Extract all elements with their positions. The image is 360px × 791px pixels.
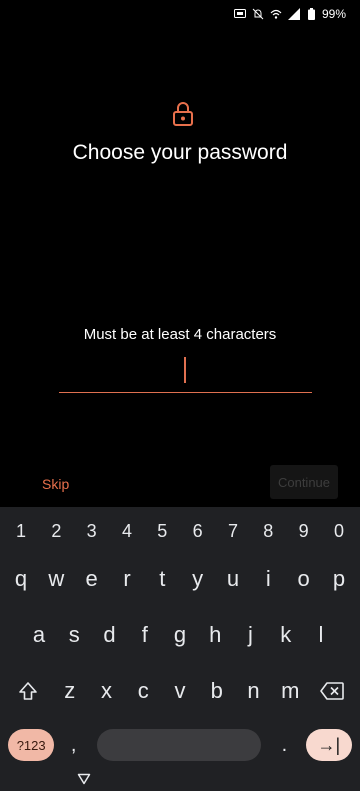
key-m[interactable]: m bbox=[273, 678, 307, 704]
key-2[interactable]: 2 bbox=[39, 521, 73, 542]
signal-icon bbox=[287, 8, 300, 20]
key-r[interactable]: r bbox=[110, 566, 144, 592]
key-q[interactable]: q bbox=[4, 566, 38, 592]
screen-cast-icon bbox=[233, 8, 246, 20]
key-v[interactable]: v bbox=[163, 678, 197, 704]
key-w[interactable]: w bbox=[39, 566, 73, 592]
enter-key[interactable]: →| bbox=[305, 729, 352, 761]
keyboard-row-3: z x c v b n m bbox=[0, 667, 360, 715]
skip-button[interactable]: Skip bbox=[30, 470, 81, 498]
key-i[interactable]: i bbox=[251, 566, 285, 592]
key-c[interactable]: c bbox=[126, 678, 160, 704]
password-input[interactable] bbox=[59, 349, 312, 393]
battery-percentage: 99% bbox=[321, 7, 346, 21]
status-bar: 99% bbox=[0, 0, 360, 28]
keyboard-nav-bar bbox=[0, 767, 360, 791]
key-period[interactable]: . bbox=[265, 734, 304, 757]
key-h[interactable]: h bbox=[198, 622, 232, 648]
key-0[interactable]: 0 bbox=[322, 521, 356, 542]
key-3[interactable]: 3 bbox=[75, 521, 109, 542]
key-g[interactable]: g bbox=[163, 622, 197, 648]
wifi-data-icon bbox=[270, 8, 282, 20]
password-hint: Must be at least 4 characters bbox=[83, 326, 277, 343]
key-z[interactable]: z bbox=[53, 678, 87, 704]
key-x[interactable]: x bbox=[90, 678, 124, 704]
continue-button[interactable]: Continue bbox=[270, 465, 338, 499]
space-key[interactable] bbox=[96, 729, 262, 761]
key-b[interactable]: b bbox=[200, 678, 234, 704]
keyboard-row-2: a s d f g h j k l bbox=[0, 611, 360, 659]
key-s[interactable]: s bbox=[57, 622, 91, 648]
battery-icon bbox=[306, 8, 318, 20]
key-7[interactable]: 7 bbox=[216, 521, 250, 542]
key-e[interactable]: e bbox=[75, 566, 109, 592]
page-title: Choose your password bbox=[72, 141, 288, 164]
keyboard-number-row: 1 2 3 4 5 6 7 8 9 0 bbox=[0, 515, 360, 547]
keyboard-bottom-row: ?123 , . →| bbox=[0, 721, 360, 769]
key-5[interactable]: 5 bbox=[145, 521, 179, 542]
symbols-key[interactable]: ?123 bbox=[8, 729, 55, 761]
text-cursor bbox=[184, 357, 186, 383]
key-1[interactable]: 1 bbox=[4, 521, 38, 542]
key-l[interactable]: l bbox=[304, 622, 338, 648]
key-k[interactable]: k bbox=[269, 622, 303, 648]
notifications-off-icon bbox=[252, 8, 264, 20]
hide-keyboard-icon[interactable] bbox=[72, 767, 96, 791]
lock-icon bbox=[172, 101, 194, 127]
keyboard-row-1: q w e r t y u i o p bbox=[0, 555, 360, 603]
on-screen-keyboard: 1 2 3 4 5 6 7 8 9 0 q w e r t y u i o p … bbox=[0, 507, 360, 791]
key-a[interactable]: a bbox=[22, 622, 56, 648]
shift-icon[interactable] bbox=[6, 680, 50, 702]
key-t[interactable]: t bbox=[145, 566, 179, 592]
key-9[interactable]: 9 bbox=[287, 521, 321, 542]
key-8[interactable]: 8 bbox=[251, 521, 285, 542]
key-y[interactable]: y bbox=[181, 566, 215, 592]
key-comma[interactable]: , bbox=[54, 734, 93, 757]
key-u[interactable]: u bbox=[216, 566, 250, 592]
backspace-icon[interactable] bbox=[310, 682, 354, 700]
key-n[interactable]: n bbox=[237, 678, 271, 704]
key-4[interactable]: 4 bbox=[110, 521, 144, 542]
key-o[interactable]: o bbox=[287, 566, 321, 592]
key-p[interactable]: p bbox=[322, 566, 356, 592]
key-f[interactable]: f bbox=[128, 622, 162, 648]
key-6[interactable]: 6 bbox=[181, 521, 215, 542]
key-d[interactable]: d bbox=[93, 622, 127, 648]
key-j[interactable]: j bbox=[234, 622, 268, 648]
